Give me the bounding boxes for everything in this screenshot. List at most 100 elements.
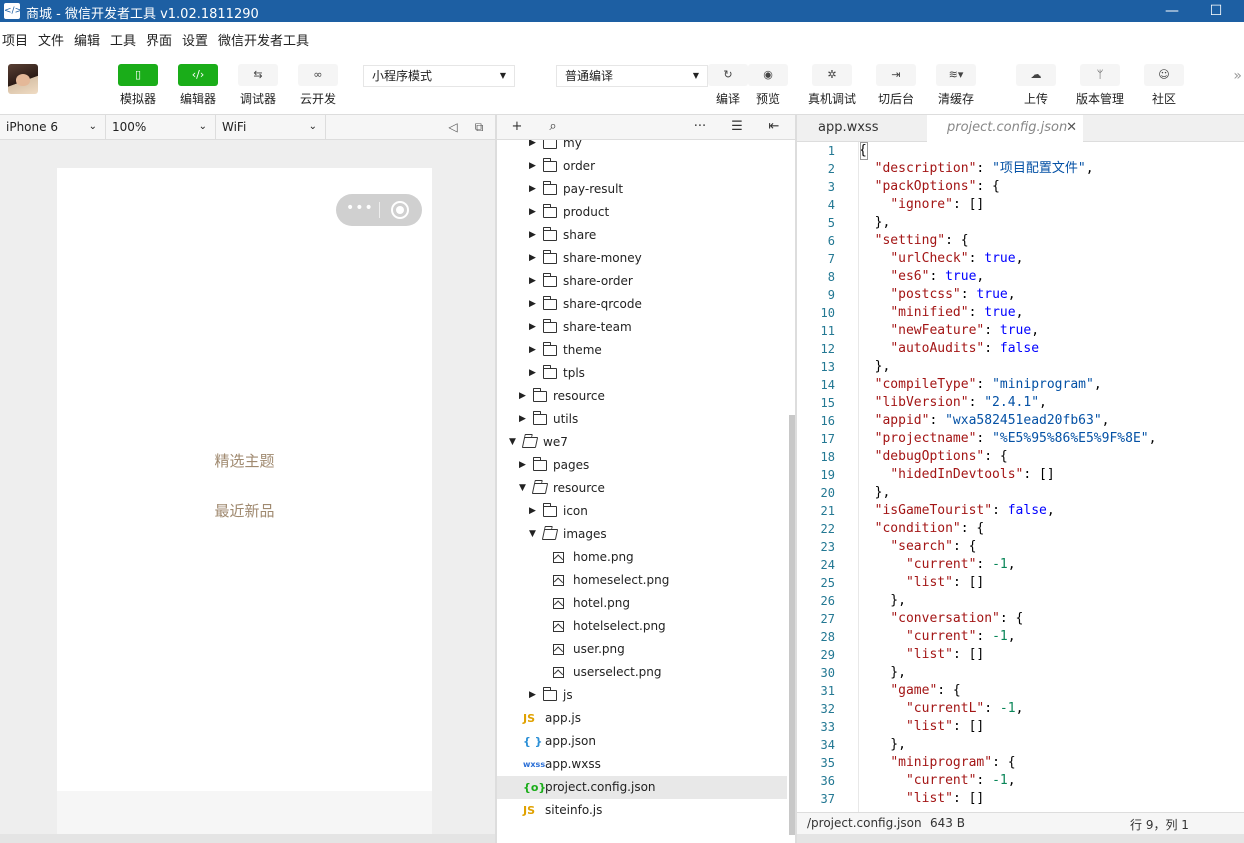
folder-row[interactable]: ▶ order [497,155,787,178]
menu-edit[interactable]: 编辑 [74,30,100,49]
collapsed-arrow-icon[interactable]: ▶ [529,316,536,339]
collapsed-arrow-icon[interactable]: ▶ [529,339,536,362]
more-dots-icon[interactable]: ••• [346,200,374,216]
collapsed-arrow-icon[interactable]: ▶ [529,270,536,293]
file-row[interactable]: hotel.png [497,592,787,615]
file-row[interactable]: { } app.json [497,730,787,753]
maximize-button[interactable]: ☐ [1204,1,1228,21]
code-line[interactable]: "packOptions": { [859,178,1000,196]
file-row[interactable]: home.png [497,546,787,569]
menu-devtools[interactable]: 微信开发者工具 [218,30,309,49]
collapsed-arrow-icon[interactable]: ▶ [529,178,536,201]
folder-row[interactable]: ▶ share-qrcode [497,293,787,316]
code-line[interactable]: "compileType": "miniprogram", [859,376,1102,394]
collapsed-arrow-icon[interactable]: ▶ [519,385,526,408]
debugger-button[interactable]: ⇆ 调试器 [234,64,282,107]
editor-button[interactable]: ‹/› 编辑器 [174,64,222,107]
code-line[interactable]: "hidedInDevtools": [] [859,466,1054,484]
network-select[interactable]: WiFi ⌄ [216,115,326,139]
code-line[interactable]: "current": -1, [859,772,1016,790]
code-line[interactable]: "autoAudits": false [859,340,1039,358]
code-line[interactable]: }, [859,664,906,682]
collapsed-arrow-icon[interactable]: ▶ [529,362,536,385]
code-line[interactable]: "appid": "wxa582451ead20fb63", [859,412,1110,430]
user-avatar[interactable] [8,64,38,94]
folder-row[interactable]: ▶ resource [497,385,787,408]
folder-row[interactable]: ▶ pages [497,454,787,477]
more-tools-icon[interactable]: » [1233,68,1242,84]
code-line[interactable]: "isGameTourist": false, [859,502,1055,520]
code-line[interactable]: "es6": true, [859,268,984,286]
folder-row[interactable]: ▶ utils [497,408,787,431]
folder-row[interactable]: ▶ tpls [497,362,787,385]
code-line[interactable]: "projectname": "%E5%95%86%E5%9F%8E", [859,430,1157,448]
code-line[interactable]: "minified": true, [859,304,1023,322]
folder-row[interactable]: ▶ pay-result [497,178,787,201]
code-line[interactable]: "list": [] [859,574,984,592]
folder-row[interactable]: ▶ share-team [497,316,787,339]
detach-window-icon[interactable]: ⧉ [471,119,487,135]
code-line[interactable]: "list": [] [859,790,984,808]
featured-theme-text[interactable]: 精选主题 [57,450,432,471]
code-line[interactable]: "postcss": true, [859,286,1015,304]
miniprogram-capsule[interactable]: ••• [336,194,422,226]
collapse-all-icon[interactable]: ☰ [728,118,746,136]
search-icon[interactable]: ⌕ [544,118,562,136]
simulator-button[interactable]: ▯ 模拟器 [114,64,162,107]
folder-row[interactable]: ▼ images [497,523,787,546]
collapsed-arrow-icon[interactable]: ▶ [529,224,536,247]
folder-row[interactable]: ▶ js [497,684,787,707]
code-line[interactable]: "current": -1, [859,556,1016,574]
remote-debug-button[interactable]: ✲ 真机调试 [808,64,856,107]
collapsed-arrow-icon[interactable]: ▶ [519,454,526,477]
code-line[interactable]: "urlCheck": true, [859,250,1023,268]
close-icon[interactable]: ✕ [1066,115,1077,141]
expanded-arrow-icon[interactable]: ▼ [529,523,536,546]
folder-row[interactable]: ▶ icon [497,500,787,523]
code-line[interactable]: "debugOptions": { [859,448,1008,466]
compile-select[interactable]: 普通编译 ▼ [556,65,708,87]
close-circle-icon[interactable] [391,201,409,219]
menu-tools[interactable]: 工具 [110,30,136,49]
preview-button[interactable]: ◉ 预览 [744,64,792,107]
zoom-select[interactable]: 100% ⌄ [106,115,216,139]
code-line[interactable]: "description": "项目配置文件", [859,160,1094,178]
expanded-arrow-icon[interactable]: ▼ [509,431,516,454]
device-select[interactable]: iPhone 6 ⌄ [0,115,106,139]
more-icon[interactable]: ··· [691,118,709,136]
code-line[interactable]: }, [859,736,906,754]
background-button[interactable]: ⇥ 切后台 [872,64,920,107]
code-line[interactable]: "miniprogram": { [859,754,1015,772]
code-line[interactable]: "game": { [859,682,960,700]
file-row[interactable]: JS siteinfo.js [497,799,787,822]
file-row[interactable]: userselect.png [497,661,787,684]
new-products-text[interactable]: 最近新品 [57,500,432,521]
menu-project[interactable]: 项目 [2,30,28,49]
menu-settings[interactable]: 设置 [182,30,208,49]
volume-icon[interactable]: ◁ [445,119,461,135]
folder-row[interactable]: ▼ we7 [497,431,787,454]
file-row[interactable]: user.png [497,638,787,661]
code-line[interactable]: "condition": { [859,520,985,538]
minimize-button[interactable]: — [1160,1,1184,21]
menu-file[interactable]: 文件 [38,30,64,49]
collapsed-arrow-icon[interactable]: ▶ [529,155,536,178]
code-line[interactable]: }, [859,592,906,610]
code-line[interactable]: "current": -1, [859,628,1016,646]
cloud-dev-button[interactable]: ∞ 云开发 [294,64,342,107]
file-row[interactable]: homeselect.png [497,569,787,592]
menu-view[interactable]: 界面 [146,30,172,49]
version-button[interactable]: ᛘ 版本管理 [1076,64,1124,107]
community-button[interactable]: ☺ 社区 [1140,64,1188,107]
code-line[interactable]: "list": [] [859,718,984,736]
collapsed-arrow-icon[interactable]: ▶ [529,247,536,270]
folder-row[interactable]: ▶ my [497,140,787,155]
tab-project-config[interactable]: project.config.json ✕ [927,115,1083,142]
folder-row[interactable]: ▶ share-order [497,270,787,293]
folder-row[interactable]: ▶ product [497,201,787,224]
code-line[interactable]: "search": { [859,538,976,556]
file-row[interactable]: wxss app.wxss [497,753,787,776]
cursor-position[interactable]: 行 9，列 1 [1130,816,1189,833]
code-line[interactable]: "conversation": { [859,610,1023,628]
collapsed-arrow-icon[interactable]: ▶ [529,293,536,316]
